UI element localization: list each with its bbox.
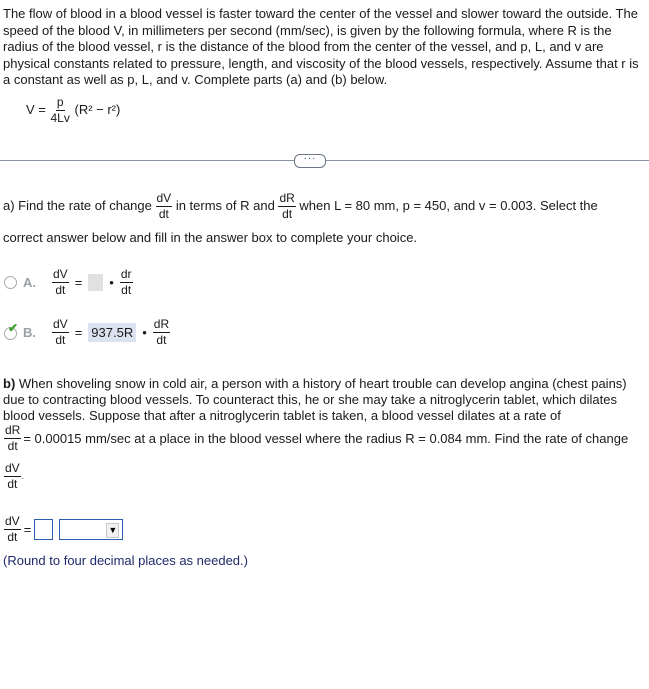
frac-den: dt <box>7 477 18 491</box>
formula-paren: (R² − r²) <box>74 101 121 117</box>
multiply-dot: • <box>109 275 114 290</box>
equals-sign: = <box>74 275 83 290</box>
frac-num: dR <box>4 423 22 439</box>
equals-sign: = <box>23 522 32 537</box>
formula-numerator: p <box>55 95 65 111</box>
period: . <box>21 472 24 481</box>
frac-den: dt <box>156 333 167 347</box>
frac-num: dR <box>152 317 171 333</box>
radio-button-b[interactable]: ✔ <box>4 321 18 341</box>
frac-num: dV <box>155 191 173 207</box>
fraction-dr-dt: dR dt <box>278 191 296 221</box>
velocity-formula: V = p 4Lv (R² − r²) <box>26 96 120 125</box>
fraction-dv-dt: dV dt <box>155 191 173 221</box>
expand-more-button[interactable]: ··· <box>294 154 326 168</box>
answer-input[interactable] <box>34 519 54 540</box>
part-b-line3: blood vessels. Suppose that after a nitr… <box>3 408 561 423</box>
find-target: dV dt . <box>4 462 24 491</box>
frac-num: dV <box>52 267 69 283</box>
frac-num: dV <box>52 317 69 333</box>
radio-button-a[interactable] <box>4 276 17 289</box>
frac-den: dt <box>7 530 18 544</box>
rate-text: = 0.00015 mm/sec at a place in the blood… <box>23 431 629 446</box>
choice-b-answer-value: 937.5R <box>88 323 137 342</box>
choice-b[interactable]: ✔ B. dV dt = 937.5R • dR dt <box>4 317 171 347</box>
unit-dropdown[interactable]: ▼ <box>59 519 124 540</box>
frac-num: dr <box>119 267 133 283</box>
part-a-prefix: a) Find the rate of change <box>3 197 152 213</box>
frac-den: dt <box>55 333 66 347</box>
choice-b-lhs: dV dt <box>52 318 69 347</box>
dropdown-arrow-icon[interactable]: ▼ <box>106 523 120 538</box>
choice-a-lhs: dV dt <box>52 268 69 297</box>
formula-denominator: 4Lv <box>50 111 70 125</box>
formula-lhs: V = <box>26 101 46 117</box>
part-b-question: b) When shoveling snow in cold air, a pe… <box>3 376 643 424</box>
frac-num: dV <box>4 514 21 530</box>
choice-a-rhs: dr dt <box>119 267 133 297</box>
part-b-line2: due to contracting blood vessels. To cou… <box>3 392 617 407</box>
problem-intro: The flow of blood in a blood vessel is f… <box>3 6 639 87</box>
checkmark-icon: ✔ <box>8 320 19 335</box>
answer-row: dV dt = ▼ <box>4 515 124 544</box>
fraction-dv-dt: dV dt <box>4 515 21 544</box>
formula-fraction: p 4Lv <box>50 96 71 125</box>
fraction-dr-dt: dR dt <box>4 423 22 453</box>
part-a-suffix: when L = 80 mm, p = 450, and v = 0.003. … <box>299 197 598 213</box>
frac-den: dt <box>7 439 18 453</box>
choice-b-rhs: dR dt <box>152 317 171 347</box>
frac-den: dt <box>121 283 132 297</box>
part-a-instruction: correct answer below and fill in the ans… <box>3 230 418 245</box>
fraction-dv-dt: dV dt <box>4 462 21 491</box>
choice-letter: A. <box>23 275 36 290</box>
frac-den: dt <box>158 207 169 221</box>
rate-given: dR dt = 0.00015 mm/sec at a place in the… <box>4 424 628 453</box>
equals-sign: = <box>74 325 83 340</box>
choice-letter: B. <box>23 325 36 340</box>
frac-den: dt <box>282 207 293 221</box>
frac-num: dV <box>4 461 21 477</box>
rounding-note: (Round to four decimal places as needed.… <box>3 553 248 568</box>
multiply-dot: • <box>142 325 147 340</box>
choice-a-answer-box <box>88 274 104 291</box>
frac-num: dR <box>278 191 296 207</box>
part-a-mid: in terms of R and <box>175 197 275 213</box>
part-b-label: b) <box>3 376 16 391</box>
frac-den: dt <box>55 283 66 297</box>
part-b-text: When shoveling snow in cold air, a perso… <box>15 376 627 391</box>
part-a-question: a) Find the rate of change dV dt in term… <box>3 192 643 221</box>
choice-a[interactable]: A. dV dt = • dr dt <box>4 268 133 297</box>
part-b-line1: b) When shoveling snow in cold air, a pe… <box>3 376 643 392</box>
